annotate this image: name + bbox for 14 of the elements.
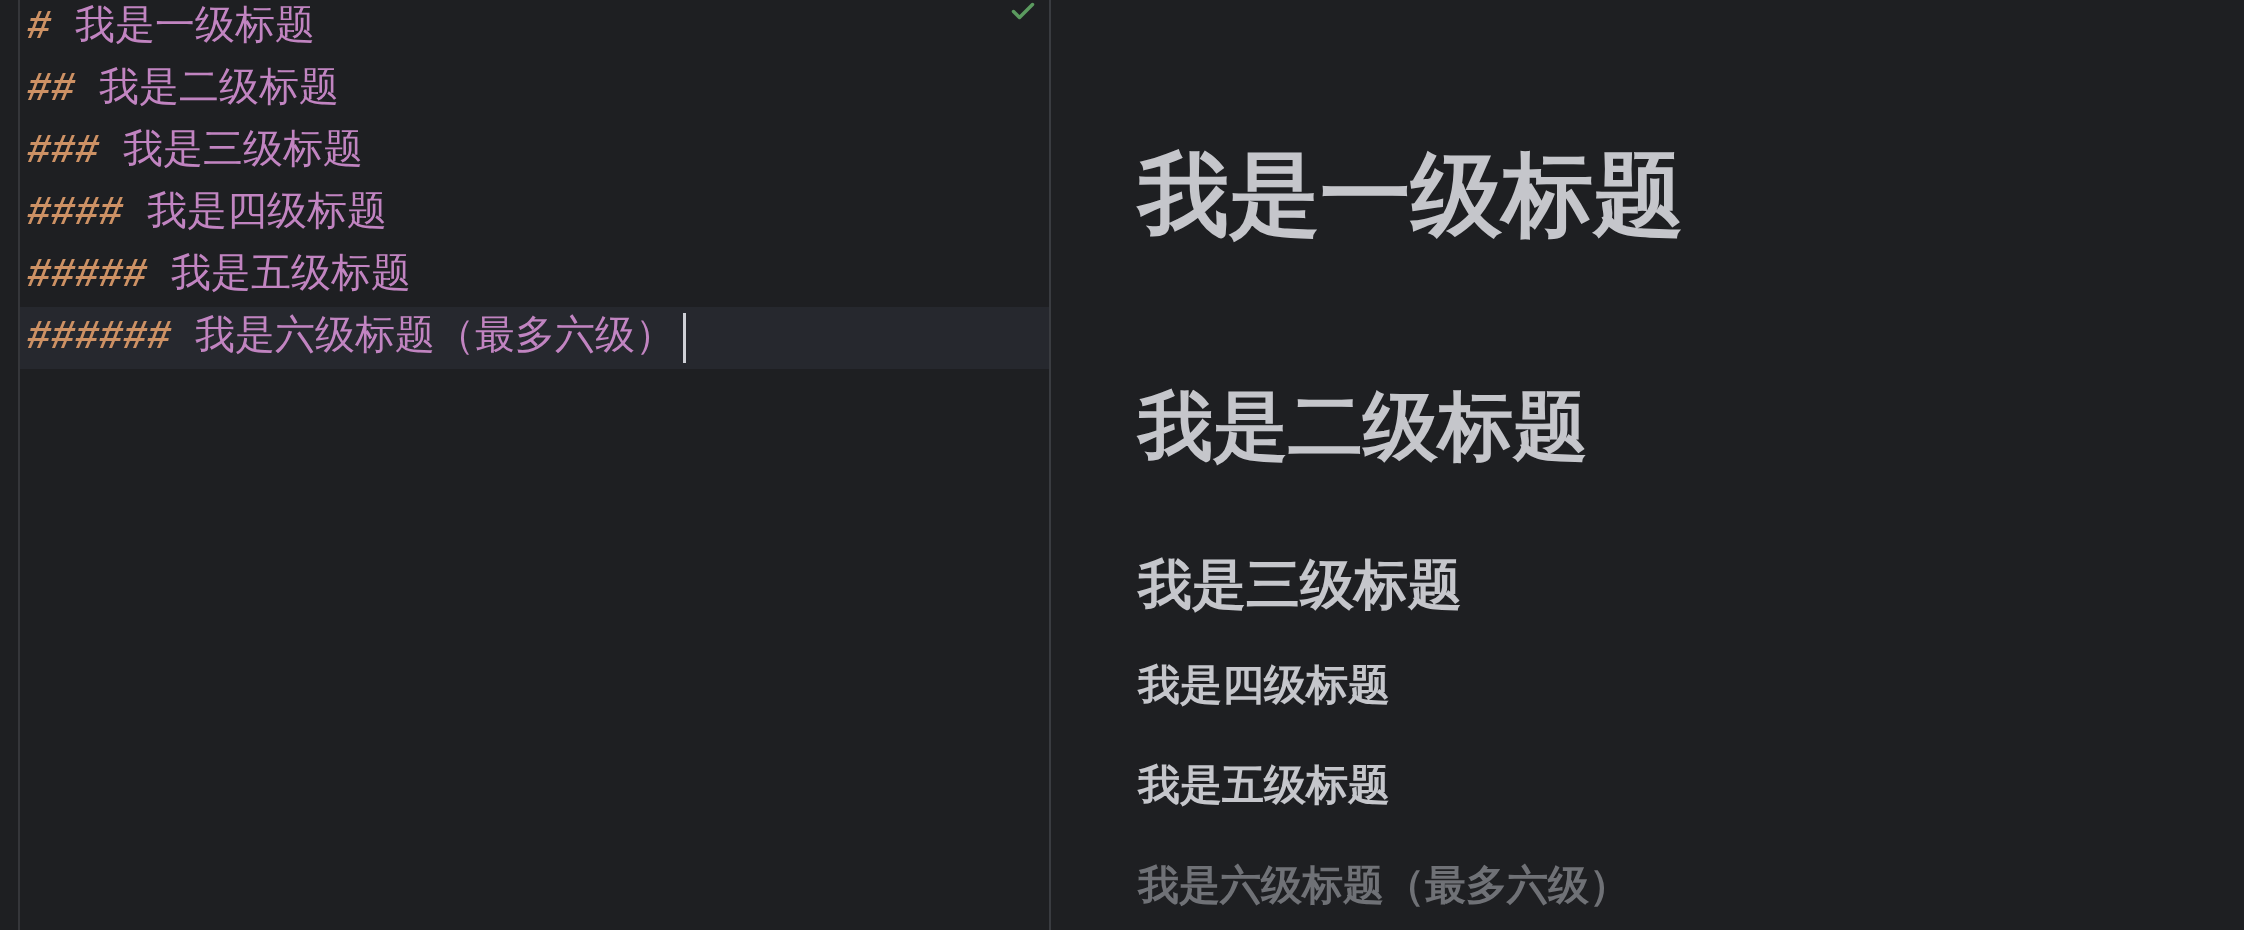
code-line: #### 我是四级标题 [27, 193, 388, 235]
text-cursor [683, 313, 687, 363]
preview-heading: 我是三级标题 [1138, 553, 1462, 616]
code-line: ##### 我是五级标题 [27, 255, 412, 297]
preview-heading: 我是二级标题 [1138, 383, 1588, 470]
preview-heading: 我是四级标题 [1138, 660, 1390, 710]
code-line: ## 我是二级标题 [27, 69, 340, 111]
preview-heading: 我是六级标题（最多六级） [1138, 861, 1630, 910]
code-line: ### 我是三级标题 [27, 131, 364, 173]
check-icon [1011, 2, 1035, 20]
preview-heading: 我是一级标题 [1138, 143, 1684, 247]
editor-field[interactable]: # 我是一级标题 ## 我是二级标题 ### 我是三级标题 #### 我是四级标题 ##### 我是五级标题 ###### 我是六级标题（最多六级） [20, 0, 1049, 930]
code-line: # 我是一级标题 [27, 7, 316, 49]
preview-heading: 我是五级标题 [1138, 760, 1390, 810]
